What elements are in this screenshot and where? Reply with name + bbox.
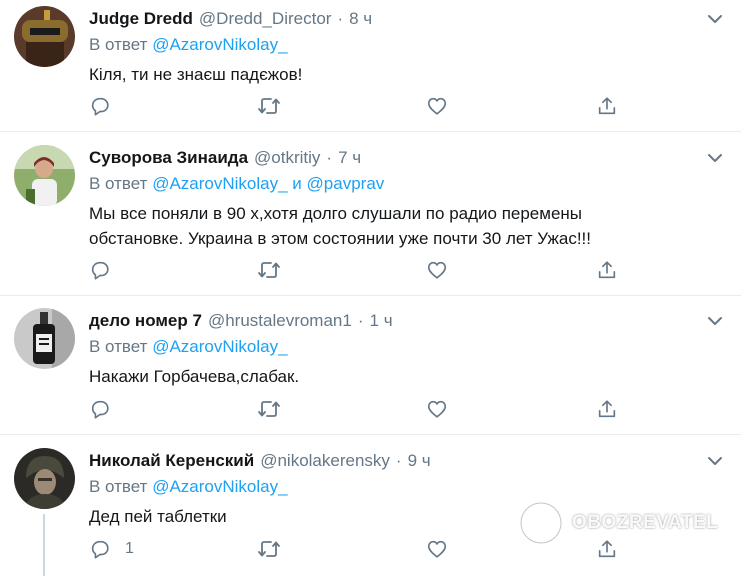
heart-icon (427, 261, 447, 279)
reply-context: В ответ @AzarovNikolay_ (89, 477, 288, 501)
reply-button[interactable]: 1 (89, 538, 134, 560)
timestamp[interactable]: 7 ч (338, 148, 361, 168)
retweet-icon (258, 541, 280, 557)
tweet-actions (0, 95, 741, 119)
like-button[interactable] (426, 95, 448, 117)
tweet[interactable]: дело номер 7 @hrustalevroman1 · 1 ч В от… (0, 308, 741, 434)
avatar[interactable] (14, 6, 75, 67)
display-name[interactable]: Суворова Зинаида (89, 148, 248, 168)
separator: · (337, 9, 344, 28)
timestamp[interactable]: 9 ч (408, 451, 431, 471)
reply-prefix: В ответ (89, 35, 148, 54)
mention-joiner: и (292, 174, 302, 193)
retweet-button[interactable] (257, 95, 281, 117)
avatar[interactable] (14, 448, 75, 509)
like-button[interactable] (426, 398, 448, 420)
mention-link[interactable]: @AzarovNikolay_ (152, 477, 287, 496)
user-handle[interactable]: @Dredd_Director (199, 9, 332, 29)
retweet-icon (258, 262, 280, 278)
reply-icon (91, 400, 109, 419)
chevron-down-icon[interactable] (706, 10, 724, 28)
separator: · (357, 311, 364, 330)
reply-button[interactable] (89, 259, 125, 281)
retweet-icon (258, 401, 280, 417)
retweet-button[interactable] (257, 259, 281, 281)
tweet[interactable]: Judge Dredd @Dredd_Director · 8 ч В отве… (0, 6, 741, 131)
tweet[interactable]: Суворова Зинаида @otkritiy · 7 ч В ответ… (0, 145, 741, 295)
timestamp[interactable]: 8 ч (349, 9, 372, 29)
like-button[interactable] (426, 259, 448, 281)
reply-icon (91, 97, 109, 116)
chevron-down-icon[interactable] (706, 312, 724, 330)
tweet-divider (0, 131, 741, 132)
mention-link[interactable]: @AzarovNikolay_ (152, 174, 287, 193)
reply-icon (91, 540, 109, 559)
reply-context: В ответ @AzarovNikolay_ и @pavprav (89, 174, 384, 198)
reply-button[interactable] (89, 398, 125, 420)
timestamp[interactable]: 1 ч (370, 311, 393, 331)
user-handle[interactable]: @hrustalevroman1 (208, 311, 352, 331)
tweet-text-line: Мы все поняли в 90 х,хотя долго слушали … (89, 204, 583, 223)
user-handle[interactable]: @otkritiy (254, 148, 320, 168)
share-button[interactable] (596, 398, 618, 420)
tweet-text-line: обстановке. Украина в этом состоянии уже… (89, 229, 591, 248)
reply-context: В ответ @AzarovNikolay_ (89, 35, 288, 59)
mention-link[interactable]: @AzarovNikolay_ (152, 337, 287, 356)
tweet-divider (0, 434, 741, 435)
tweet-text: Кіля, ти не знаєш падєжов! (89, 65, 303, 84)
user-handle[interactable]: @nikolakerensky (260, 451, 390, 471)
tweet-divider (0, 295, 741, 296)
share-icon (598, 97, 616, 115)
retweet-button[interactable] (257, 398, 281, 420)
avatar[interactable] (14, 145, 75, 206)
separator: · (395, 451, 402, 470)
tweet-actions (0, 259, 741, 283)
retweet-icon (258, 98, 280, 114)
tweet-text: Накажи Горбачева,слабак. (89, 367, 300, 386)
reply-prefix: В ответ (89, 337, 148, 356)
globe-logo-icon (519, 501, 563, 545)
heart-icon (427, 540, 447, 558)
tweet-actions (0, 398, 741, 422)
heart-icon (427, 97, 447, 115)
share-button[interactable] (596, 95, 618, 117)
chevron-down-icon[interactable] (706, 149, 724, 167)
heart-icon (427, 400, 447, 418)
share-button[interactable] (596, 259, 618, 281)
chevron-down-icon[interactable] (706, 452, 724, 470)
reply-prefix: В ответ (89, 174, 148, 193)
mention-link[interactable]: @AzarovNikolay_ (152, 35, 287, 54)
separator: · (326, 148, 333, 167)
retweet-button[interactable] (257, 538, 281, 560)
display-name[interactable]: дело номер 7 (89, 311, 202, 331)
watermark: OBOZREVATEL (518, 500, 718, 546)
like-button[interactable] (426, 538, 448, 560)
mention-link[interactable]: @pavprav (307, 174, 385, 193)
share-icon (598, 261, 616, 279)
share-icon (598, 400, 616, 418)
reply-button[interactable] (89, 95, 125, 117)
watermark-text: OBOZREVATEL (572, 512, 719, 533)
tweet-text: Мы все поняли в 90 х,хотя долго слушали … (89, 201, 689, 251)
display-name[interactable]: Николай Керенский (89, 451, 254, 471)
display-name[interactable]: Judge Dredd (89, 9, 193, 29)
reply-count: 1 (125, 540, 134, 557)
reply-prefix: В ответ (89, 477, 148, 496)
reply-context: В ответ @AzarovNikolay_ (89, 337, 288, 361)
avatar[interactable] (14, 308, 75, 369)
reply-icon (91, 261, 109, 280)
